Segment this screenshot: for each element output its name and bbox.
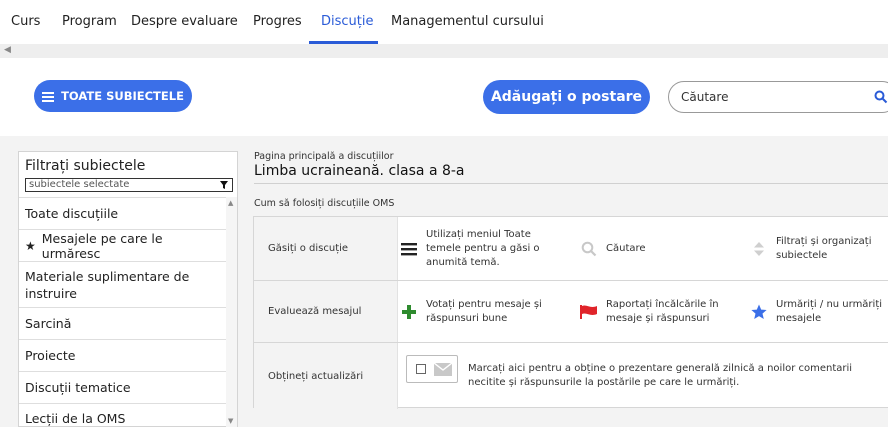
guide-cell-text: Urmăriți / nu urmăriți mesajele: [776, 298, 883, 324]
sidebar-item-following[interactable]: ★ Mesajele pe care le urmăresc: [19, 229, 227, 261]
sidebar-item-task[interactable]: Sarcină: [19, 307, 227, 339]
sidebar-item-thematic-discussions[interactable]: Discuții tematice: [19, 371, 227, 403]
digest-checkbox[interactable]: [416, 364, 426, 374]
tab-managementul-cursului[interactable]: Managementul cursului: [391, 14, 544, 29]
guide-cell-vote: Votați pentru mesaje și răspunsuri bune: [398, 281, 578, 342]
scroll-left-icon[interactable]: ◀: [4, 45, 11, 55]
filter-select[interactable]: subiectele selectate: [25, 178, 233, 192]
search-placeholder: Căutare: [681, 90, 729, 104]
guide-cell-menu: Utilizați meniul Toate temele pentru a g…: [398, 217, 578, 280]
guide-cell-text: Filtrați și organizați subiectele: [776, 235, 872, 261]
howto-title: Cum să folosiți discuțiile OMS: [254, 198, 395, 209]
scroll-up-icon[interactable]: ▲: [228, 199, 233, 207]
discussion-toolbar: TOATE SUBIECTELE Adăugați o postare Căut…: [0, 58, 888, 136]
sidebar-item-extra-materials[interactable]: Materiale suplimentare de instruire: [19, 261, 227, 307]
sidebar-item-oms-lessons[interactable]: Lecții de la OMS: [19, 403, 227, 427]
guide-cell-follow: Urmăriți / nu urmăriți mesajele: [748, 281, 888, 342]
tab-curs[interactable]: Curs: [11, 14, 40, 29]
course-tabs: Curs Program Despre evaluare Progres Dis…: [0, 0, 888, 44]
funnel-icon: [220, 181, 228, 193]
topic-filter-sidebar: Filtrați subiectele subiectele selectate…: [18, 151, 238, 427]
guide-cell-digest: Marcați aici pentru a obține o prezentar…: [468, 343, 888, 409]
guide-cell-text: Votați pentru mesaje și răspunsuri bune: [426, 298, 542, 324]
guide-cell-text: Utilizați meniul Toate temele pentru a g…: [426, 228, 540, 268]
plus-icon: [398, 304, 420, 319]
tab-despre-evaluare[interactable]: Despre evaluare: [131, 14, 238, 29]
page-title: Limba ucraineană. clasa a 8-a: [254, 163, 465, 179]
guide-row-find: Găsiți o discuție Utilizați meniul Toate…: [254, 217, 888, 281]
sidebar-item-label: Lecții de la OMS: [25, 411, 126, 426]
guide-row-evaluate: Evaluează mesajul Votați pentru mesaje ș…: [254, 281, 888, 343]
sidebar-item-label: Discuții tematice: [25, 380, 131, 395]
filter-title: Filtrați subiectele: [25, 158, 146, 174]
add-post-button[interactable]: Adăugați o postare: [483, 80, 650, 114]
filter-select-value: subiectele selectate: [29, 179, 130, 190]
horizontal-scrollbar[interactable]: ◀: [0, 44, 888, 58]
sidebar-item-label: Materiale suplimentare de instruire: [25, 268, 190, 301]
sidebar-item-label: Mesajele pe care le urmăresc: [41, 230, 163, 261]
guide-row-label: Obțineți actualizări: [254, 343, 398, 409]
divider: [254, 183, 888, 184]
star-icon: ★: [25, 238, 36, 253]
guide-cell-search: Căutare: [578, 217, 748, 280]
sidebar-scrollbar[interactable]: ▲ ▼: [226, 197, 237, 427]
topic-list: Toate discuțiile ★ Mesajele pe care le u…: [19, 197, 227, 427]
scroll-down-icon[interactable]: ▼: [228, 417, 233, 425]
discussion-guide: Găsiți o discuție Utilizați meniul Toate…: [253, 216, 888, 409]
guide-row-label: Evaluează mesajul: [254, 281, 398, 342]
sidebar-item-label: Sarcină: [25, 316, 72, 331]
guide-row-updates: Obțineți actualizări Marcați aici pentru…: [254, 343, 888, 409]
tab-program[interactable]: Program: [62, 14, 117, 29]
search-icon: [578, 241, 600, 257]
sidebar-item-label: Toate discuțiile: [25, 206, 119, 221]
tab-discutie[interactable]: Discuție: [321, 14, 374, 29]
envelope-icon: [433, 362, 453, 379]
sidebar-item-projects[interactable]: Proiecte: [19, 339, 227, 371]
star-icon: [748, 304, 770, 320]
all-topics-label: TOATE SUBIECTELE: [61, 89, 184, 103]
sidebar-item-all-discussions[interactable]: Toate discuțiile: [19, 197, 227, 229]
guide-cell-text: Raportați încălcările în mesaje și răspu…: [606, 298, 719, 324]
menu-icon: [398, 242, 420, 256]
guide-cell-sort: Filtrați și organizați subiectele: [748, 217, 888, 280]
guide-row-label: Găsiți o discuție: [254, 217, 398, 280]
search-icon[interactable]: [874, 90, 888, 107]
digest-text: Marcați aici pentru a obține o prezentar…: [468, 363, 853, 388]
sort-icon: [748, 241, 770, 256]
guide-cell-text: Căutare: [606, 242, 646, 254]
sidebar-item-label: Proiecte: [25, 348, 76, 363]
daily-digest-toggle[interactable]: [406, 355, 458, 383]
search-input[interactable]: Căutare: [668, 81, 888, 113]
all-topics-button[interactable]: TOATE SUBIECTELE: [34, 80, 192, 112]
breadcrumb[interactable]: Pagina principală a discuțiilor: [254, 151, 394, 162]
menu-icon: [42, 91, 55, 102]
tab-progres[interactable]: Progres: [253, 14, 302, 29]
guide-cell-report: Raportați încălcările în mesaje și răspu…: [578, 281, 748, 342]
flag-icon: [578, 304, 600, 319]
